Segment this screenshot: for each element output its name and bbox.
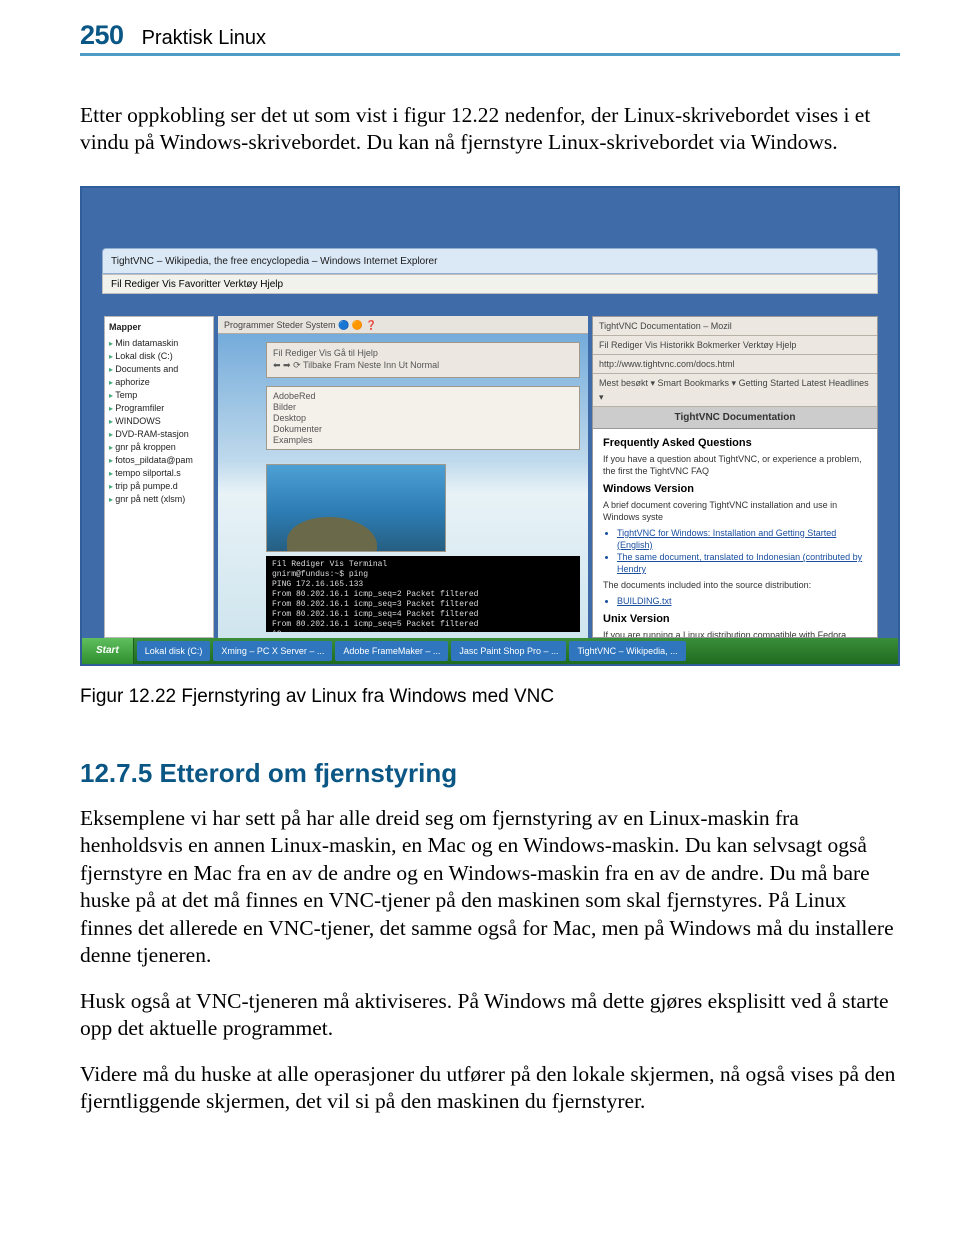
figure-caption: Figur 12.22 Fjernstyring av Linux fra Wi…: [80, 686, 900, 708]
firefox-address[interactable]: http://www.tightvnc.com/docs.html: [593, 355, 877, 374]
tree-item[interactable]: aphorize: [109, 376, 209, 389]
linux-desktop: Programmer Steder System 🔵 🟠 ❓ Fil Redig…: [218, 316, 588, 638]
term-line: From 80.202.16.1 icmp_seq=4 Packet filte…: [272, 610, 574, 620]
nautilus-item[interactable]: Desktop: [273, 413, 573, 424]
tree-item[interactable]: trip på pumpe.d: [109, 480, 209, 493]
firefox-titlebar: TightVNC Documentation – Mozil: [593, 317, 877, 336]
nautilus-item[interactable]: Dokumenter: [273, 424, 573, 435]
tree-item[interactable]: DVD-RAM-stasjon: [109, 428, 209, 441]
tree-item[interactable]: Documents and: [109, 363, 209, 376]
page-header: 250 Praktisk Linux: [80, 20, 900, 51]
taskbar-item[interactable]: Xming – PC X Server – ...: [213, 641, 332, 661]
taskbar-item[interactable]: Jasc Paint Shop Pro – ...: [451, 641, 566, 661]
faq-heading: Frequently Asked Questions: [603, 437, 867, 450]
browser-menubar[interactable]: Fil Rediger Vis Gå til Hjelp: [273, 347, 573, 359]
screenshot-vnc: TightVNC – Wikipedia, the free encyclope…: [80, 186, 900, 666]
tree-item[interactable]: gnr på nett (xlsm): [109, 493, 209, 506]
win-text2: The documents included into the source d…: [603, 579, 867, 591]
win-text: A brief document covering TightVNC insta…: [603, 499, 867, 523]
unix-text: If you are running a Linux distribution …: [603, 629, 867, 638]
body-paragraph-2: Husk også at VNC-tjeneren må aktiviseres…: [80, 988, 900, 1043]
nautilus-item[interactable]: Bilder: [273, 402, 573, 413]
nautilus-window: AdobeRed Bilder Desktop Dokumenter Examp…: [266, 386, 580, 450]
term-line: PING 172.16.165.133: [272, 580, 574, 590]
term-line: From 80.202.16.1 icmp_seq=2 Packet filte…: [272, 590, 574, 600]
tree-item[interactable]: Temp: [109, 389, 209, 402]
tree-item[interactable]: Programfiler: [109, 402, 209, 415]
unix-heading: Unix Version: [603, 613, 867, 626]
page-number: 250: [80, 20, 124, 51]
browser-nav-buttons[interactable]: ⬅ ➡ ⟳ Tilbake Fram Neste Inn Ut Normal: [273, 359, 573, 371]
section-heading: 12.7.5 Etterord om fjernstyring: [80, 758, 900, 789]
tree-heading: Mapper: [109, 321, 209, 334]
explorer-menu: Fil Rediger Vis Favoritter Verktøy Hjelp: [102, 274, 878, 294]
file-browser-toolbar: Fil Rediger Vis Gå til Hjelp ⬅ ➡ ⟳ Tilba…: [266, 342, 580, 378]
image-viewer: [266, 464, 446, 552]
start-button[interactable]: Start: [82, 638, 134, 664]
term-line: From 80.202.16.1 icmp_seq=5 Packet filte…: [272, 620, 574, 630]
tree-item[interactable]: Lokal disk (C:): [109, 350, 209, 363]
body-paragraph-1: Eksemplene vi har sett på har alle dreid…: [80, 805, 900, 970]
ie-titlebar: TightVNC – Wikipedia, the free encyclope…: [102, 248, 878, 274]
term-line: ^C: [272, 630, 574, 632]
tree-item[interactable]: Min datamaskin: [109, 337, 209, 350]
header-rule: [80, 53, 900, 56]
term-line: Fil Rediger Vis Terminal: [272, 560, 574, 570]
windows-taskbar[interactable]: Start Lokal disk (C:) Xming – PC X Serve…: [82, 638, 898, 664]
doc-title: TightVNC Documentation: [593, 407, 877, 429]
running-title: Praktisk Linux: [142, 27, 267, 50]
tree-item[interactable]: gnr på kroppen: [109, 441, 209, 454]
figure-12-22: TightVNC – Wikipedia, the free encyclope…: [80, 186, 900, 666]
body-paragraph-3: Videre må du huske at alle operasjoner d…: [80, 1061, 900, 1116]
taskbar-item[interactable]: Adobe FrameMaker – ...: [335, 641, 448, 661]
nautilus-item[interactable]: AdobeRed: [273, 391, 573, 402]
firefox-menu[interactable]: Fil Rediger Vis Historikk Bokmerker Verk…: [593, 336, 877, 355]
gnome-top-panel[interactable]: Programmer Steder System 🔵 🟠 ❓: [218, 316, 588, 334]
taskbar-item[interactable]: Lokal disk (C:): [137, 641, 211, 661]
terminal-window[interactable]: Fil Rediger Vis Terminal gnirm@fundus:~$…: [266, 556, 580, 632]
tightvnc-doc-window: TightVNC Documentation – Mozil Fil Redig…: [592, 316, 878, 638]
doc-link[interactable]: BUILDING.txt: [617, 595, 867, 607]
intro-paragraph: Etter oppkobling ser det ut som vist i f…: [80, 102, 900, 156]
faq-text: If you have a question about TightVNC, o…: [603, 453, 867, 477]
tree-item[interactable]: WINDOWS: [109, 415, 209, 428]
term-line: From 80.202.16.1 icmp_seq=3 Packet filte…: [272, 600, 574, 610]
tree-item[interactable]: fotos_pildata@pam: [109, 454, 209, 467]
firefox-bookmarks[interactable]: Mest besøkt ▾ Smart Bookmarks ▾ Getting …: [593, 374, 877, 407]
taskbar-item[interactable]: TightVNC – Wikipedia, ...: [569, 641, 685, 661]
term-line: gnirm@fundus:~$ ping: [272, 570, 574, 580]
doc-link[interactable]: TightVNC for Windows: Installation and G…: [617, 527, 867, 551]
folder-tree: Mapper Min datamaskin Lokal disk (C:) Do…: [104, 316, 214, 638]
doc-link[interactable]: The same document, translated to Indones…: [617, 551, 867, 575]
nautilus-item[interactable]: Examples: [273, 435, 573, 446]
tree-item[interactable]: tempo silportal.s: [109, 467, 209, 480]
win-heading: Windows Version: [603, 483, 867, 496]
